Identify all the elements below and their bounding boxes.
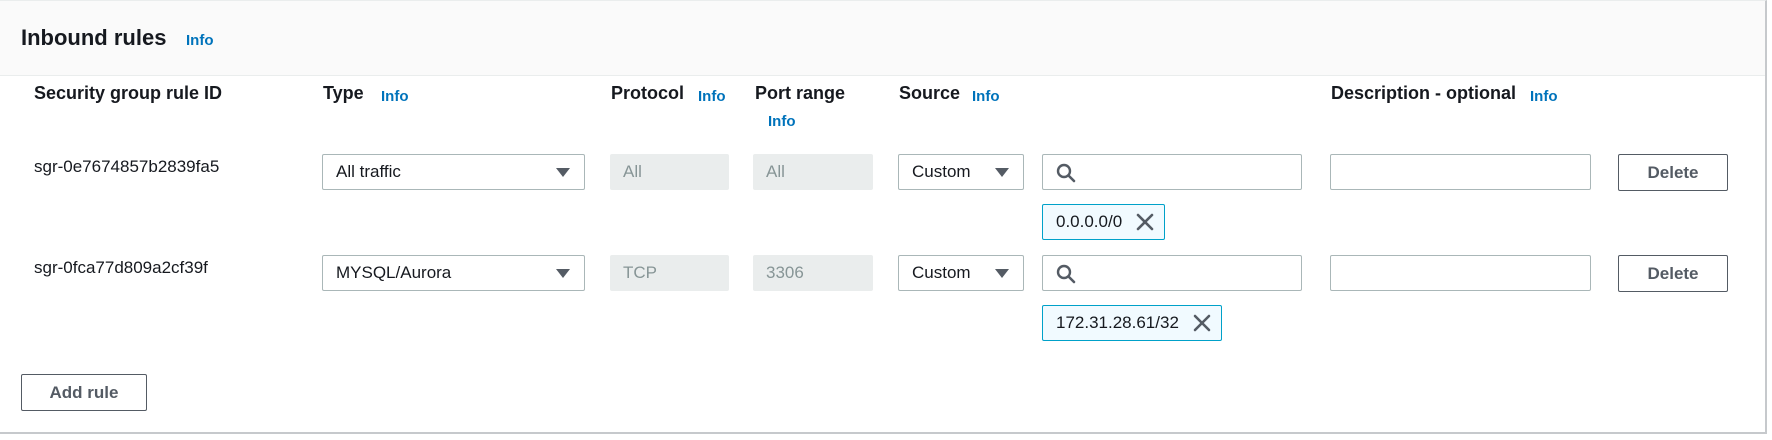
caret-down-icon — [556, 269, 570, 278]
port-range-field: All — [753, 154, 873, 190]
port-range-field: 3306 — [753, 255, 873, 291]
column-header-rule-id: Security group rule ID — [34, 83, 223, 103]
description-input[interactable] — [1341, 256, 1585, 292]
source-search-input[interactable] — [1085, 256, 1299, 292]
rule-id: sgr-0e7674857b2839fa5 — [34, 157, 220, 176]
source-token: 172.31.28.61/32 — [1042, 305, 1222, 341]
close-icon[interactable] — [1136, 213, 1154, 231]
delete-button[interactable]: Delete — [1618, 255, 1728, 292]
close-icon[interactable] — [1193, 314, 1211, 332]
rule-id: sgr-0fca77d809a2cf39f — [34, 258, 208, 277]
panel-header: Inbound rules Info — [0, 1, 1765, 76]
inbound-rules-panel: Inbound rules Info Security group rule I… — [0, 0, 1767, 434]
caret-down-icon — [556, 168, 570, 177]
source-search-input[interactable] — [1085, 155, 1299, 191]
description-input[interactable] — [1341, 155, 1585, 191]
type-select[interactable]: MYSQL/Aurora — [322, 255, 585, 291]
panel-title: Inbound rules — [21, 25, 167, 50]
panel-info-link[interactable]: Info — [186, 32, 214, 49]
source-type-value: Custom — [912, 162, 971, 181]
protocol-info-link[interactable]: Info — [698, 88, 726, 105]
port-range-info-link[interactable]: Info — [768, 113, 796, 130]
source-info-link[interactable]: Info — [972, 88, 1000, 105]
add-rule-button[interactable]: Add rule — [21, 374, 147, 411]
search-icon — [1056, 264, 1076, 284]
source-token: 0.0.0.0/0 — [1042, 204, 1166, 240]
protocol-field: TCP — [610, 255, 729, 291]
description-field[interactable] — [1330, 154, 1591, 191]
delete-button[interactable]: Delete — [1618, 154, 1728, 191]
source-search[interactable] — [1042, 255, 1302, 292]
type-select-value: All traffic — [336, 162, 401, 181]
source-token-label: 0.0.0.0/0 — [1056, 212, 1123, 231]
column-header-source: Source — [899, 83, 961, 103]
caret-down-icon — [995, 168, 1009, 177]
type-select-value: MYSQL/Aurora — [336, 263, 452, 282]
type-info-link[interactable]: Info — [381, 88, 409, 105]
description-field[interactable] — [1330, 255, 1591, 292]
source-type-select[interactable]: Custom — [898, 255, 1024, 291]
column-header-description: Description - optional — [1331, 83, 1517, 103]
source-type-value: Custom — [912, 263, 971, 282]
search-icon — [1056, 163, 1076, 183]
source-token-label: 172.31.28.61/32 — [1056, 313, 1179, 332]
column-header-protocol: Protocol — [611, 83, 685, 103]
column-header-type: Type — [323, 83, 364, 103]
protocol-field: All — [610, 154, 729, 190]
type-select[interactable]: All traffic — [322, 154, 585, 190]
column-header-port-range: Port range — [755, 83, 846, 103]
source-search[interactable] — [1042, 154, 1302, 191]
source-type-select[interactable]: Custom — [898, 154, 1024, 190]
description-info-link[interactable]: Info — [1530, 88, 1558, 105]
caret-down-icon — [995, 269, 1009, 278]
